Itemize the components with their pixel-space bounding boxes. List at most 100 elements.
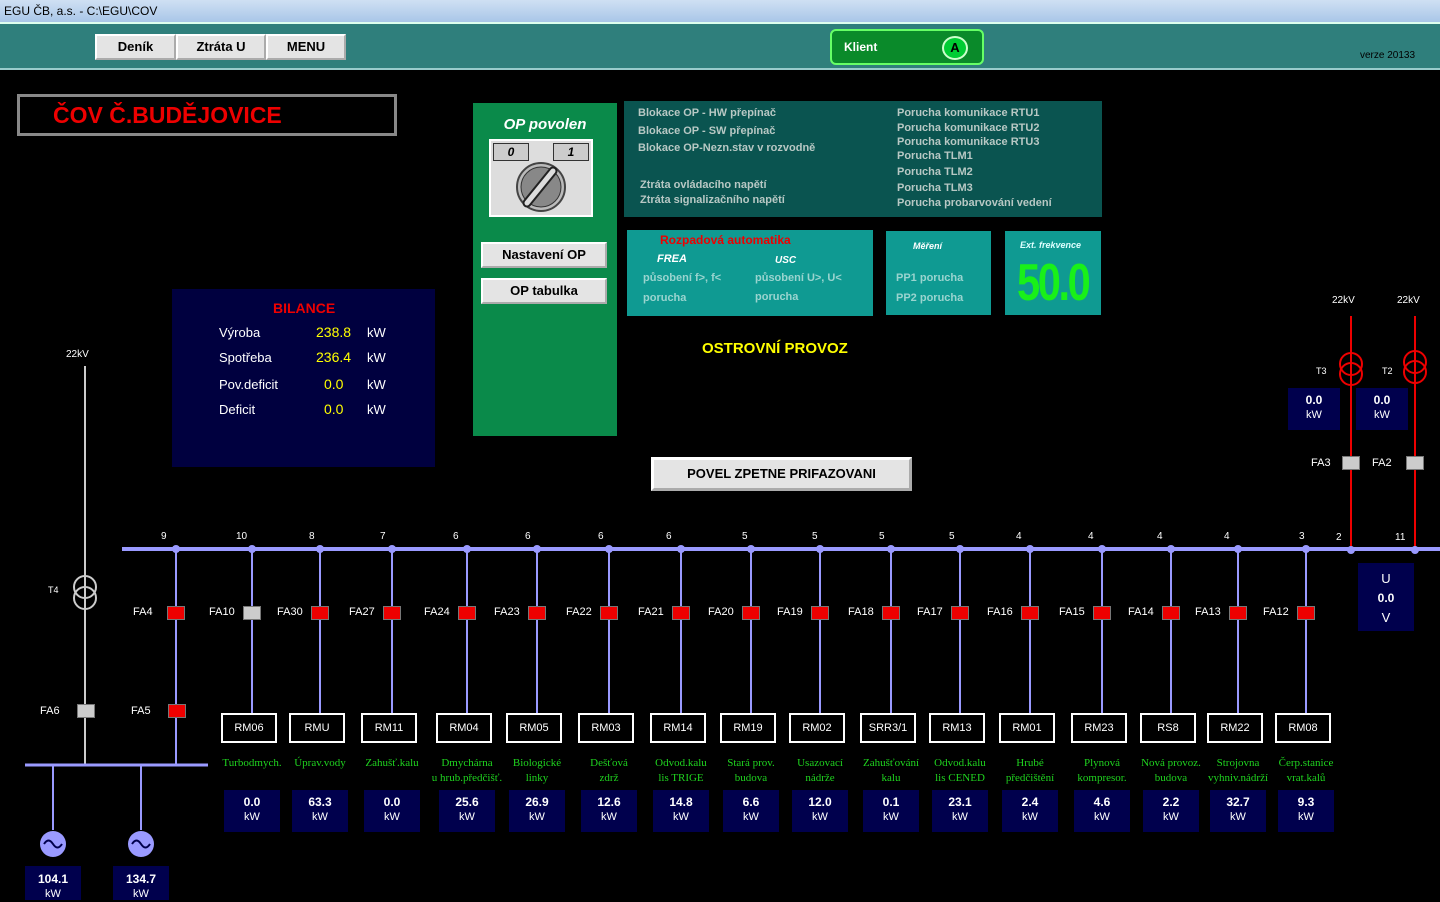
breaker-fa22[interactable] [600, 606, 618, 620]
breaker-fa24[interactable] [458, 606, 476, 620]
bus-node [1347, 546, 1355, 554]
feeder-power-value: 14.8 kW [653, 790, 709, 832]
nastaveni-op-button[interactable]: Nastavení OP [481, 242, 607, 268]
rm-box-rm04[interactable]: RM04 [436, 713, 492, 743]
bus-node [956, 545, 964, 553]
bus-position: 11 [1395, 532, 1406, 543]
feeder-power-value: 4.6 kW [1074, 790, 1130, 832]
bus-position: 6 [598, 531, 604, 542]
breaker-label: FA12 [1263, 606, 1289, 618]
window-title-bar: EGU ČB, a.s. - C:\EGU\COV [0, 0, 1440, 22]
breaker-fa23[interactable] [528, 606, 546, 620]
breaker-fa12[interactable] [1297, 606, 1315, 620]
generator-1-value: 104.1 kW [25, 866, 81, 900]
feeder-description-line: budova [1154, 772, 1188, 784]
breaker-fa18[interactable] [882, 606, 900, 620]
breaker-fa16[interactable] [1021, 606, 1039, 620]
breaker-label: FA17 [917, 606, 943, 618]
breaker-fa27[interactable] [383, 606, 401, 620]
breaker-fa14[interactable] [1162, 606, 1180, 620]
rm-box-rm23[interactable]: RM23 [1071, 713, 1127, 743]
povel-prifazovani-button[interactable]: POVEL ZPETNE PRIFAZOVANI [651, 457, 912, 491]
bus-node [248, 545, 256, 553]
rm-box-rm19[interactable]: RM19 [720, 713, 776, 743]
power-value: 4.6 [1093, 795, 1111, 809]
feeder-description-line: Usazovací [797, 757, 843, 769]
fa2-breaker[interactable] [1406, 456, 1424, 470]
rm-box-rs8[interactable]: RS8 [1140, 713, 1196, 743]
rm-box-rm14[interactable]: RM14 [650, 713, 706, 743]
feeder-description: Zahušťování kalu [854, 756, 928, 786]
rm-box-rm13[interactable]: RM13 [929, 713, 985, 743]
bus-node [1167, 545, 1175, 553]
fa6-breaker[interactable] [77, 704, 95, 718]
power-unit: kW [384, 811, 400, 823]
menu-button[interactable]: MENU [266, 34, 346, 60]
breaker-label: FA27 [349, 606, 375, 618]
power-unit: kW [883, 811, 899, 823]
bus-position: 4 [1224, 531, 1230, 542]
generator-icon [128, 831, 154, 857]
alarm-item: Blokace OP - HW přepínač [638, 107, 776, 119]
breaker-fa13[interactable] [1229, 606, 1247, 620]
feeder-description: Biologické linky [500, 756, 574, 786]
feeder-description-line: nádrže [805, 772, 835, 784]
rm-box-rm11[interactable]: RM11 [361, 713, 417, 743]
rm-box-rm05[interactable]: RM05 [506, 713, 562, 743]
bus-position: 7 [380, 531, 386, 542]
feeder-description: Strojovna vyhniv.nádrží [1201, 756, 1275, 786]
power-unit: kW [812, 811, 828, 823]
denik-button[interactable]: Deník [95, 34, 176, 60]
bus-node [816, 545, 824, 553]
breaker-fa10[interactable] [243, 606, 261, 620]
rm-box-srr3-1[interactable]: SRR3/1 [860, 713, 916, 743]
rozpad-title: Rozpadová automatika [660, 233, 791, 247]
frea-label: FREA [657, 253, 687, 265]
fa3-breaker[interactable] [1342, 456, 1360, 470]
power-unit: kW [1163, 811, 1179, 823]
breaker-fa30[interactable] [311, 606, 329, 620]
usc-label: USC [775, 255, 797, 266]
page-title: ČOV Č.BUDĚJOVICE [17, 94, 397, 136]
op-switch[interactable]: 0 1 [489, 139, 593, 217]
op-status-title: OP povolen [503, 116, 587, 133]
breaker-fa19[interactable] [811, 606, 829, 620]
power-unit: kW [312, 811, 328, 823]
fa5-breaker[interactable] [168, 704, 186, 718]
bus-node [677, 545, 685, 553]
feeder-description-line: Turbodmych. [222, 757, 282, 769]
bus-node [316, 545, 324, 553]
feeder-description-line: u hrub.předčišť. [431, 772, 503, 784]
feeder-description: Hrubé předčištění [993, 756, 1067, 786]
power-unit: kW [1298, 811, 1314, 823]
breaker-label: FA4 [133, 606, 153, 618]
rm-box-rm03[interactable]: RM03 [578, 713, 634, 743]
power-unit: kW [601, 811, 617, 823]
rm-box-rm08[interactable]: RM08 [1275, 713, 1331, 743]
rm-box-rm02[interactable]: RM02 [789, 713, 845, 743]
breaker-fa21[interactable] [672, 606, 690, 620]
rm-box-rmu[interactable]: RMU [289, 713, 345, 743]
breaker-fa4[interactable] [167, 606, 185, 620]
bilance-unit: kW [367, 377, 386, 392]
feeder-description: Čerp.stanice vrat.kalů [1269, 756, 1343, 786]
feeder-power-value: 32.7 kW [1210, 790, 1266, 832]
power-value: 32.7 [1226, 795, 1250, 809]
t3-voltage: 22kV [1332, 295, 1355, 306]
feeder-description: Odvod.kalu lis TRIGE [644, 756, 718, 786]
breaker-fa17[interactable] [951, 606, 969, 620]
rm-box-rm06[interactable]: RM06 [221, 713, 277, 743]
rm-box-rm01[interactable]: RM01 [999, 713, 1055, 743]
klient-indicator[interactable]: Klient A [830, 29, 984, 65]
generator-icon [40, 831, 66, 857]
breaker-label: FA30 [277, 606, 303, 618]
rm-box-rm22[interactable]: RM22 [1207, 713, 1263, 743]
ztrata-u-button[interactable]: Ztráta U [176, 34, 266, 60]
generator-value: 104.1 [37, 872, 69, 886]
feeder-power-value: 26.9 kW [509, 790, 565, 832]
breaker-fa20[interactable] [742, 606, 760, 620]
op-panel: OP povolen 0 1 Nastavení OP OP tabulka [473, 103, 617, 436]
feeder-description-line: Dmychárna [441, 757, 493, 769]
op-tabulka-button[interactable]: OP tabulka [481, 278, 607, 304]
breaker-fa15[interactable] [1093, 606, 1111, 620]
